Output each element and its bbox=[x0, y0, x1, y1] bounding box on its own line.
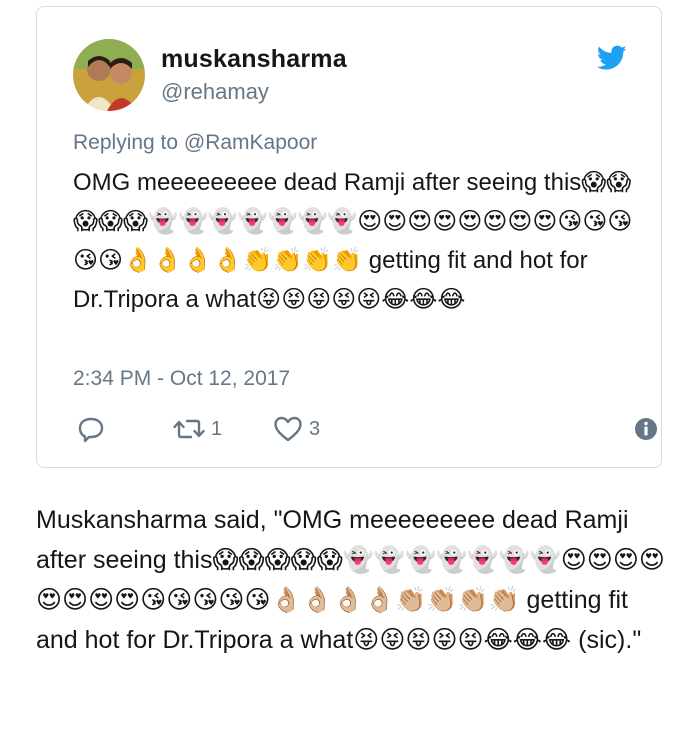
twitter-bird-icon[interactable] bbox=[596, 45, 627, 71]
article-caption: Muskansharma said, "OMG meeeeeeeee dead … bbox=[36, 506, 665, 654]
tweet-text: OMG meeeeeeeee dead Ramji after seeing t… bbox=[73, 169, 633, 313]
retweet-icon bbox=[173, 415, 205, 443]
heart-icon bbox=[273, 415, 303, 443]
embedded-tweet-card: muskansharma @rehamay Replying to @RamKa… bbox=[36, 6, 662, 468]
like-button[interactable]: 3 bbox=[273, 413, 320, 445]
display-name[interactable]: muskansharma bbox=[161, 45, 347, 74]
user-handle[interactable]: @rehamay bbox=[161, 79, 269, 105]
info-icon bbox=[633, 416, 659, 442]
tweet-actions: 1 3 bbox=[73, 413, 657, 445]
tweet-timestamp[interactable]: 2:34 PM - Oct 12, 2017 bbox=[73, 367, 290, 391]
replying-to[interactable]: Replying to @RamKapoor bbox=[73, 131, 317, 155]
avatar[interactable] bbox=[73, 39, 145, 111]
retweet-count: 1 bbox=[211, 417, 223, 440]
retweet-button[interactable]: 1 bbox=[173, 413, 222, 445]
like-count: 3 bbox=[309, 417, 321, 440]
reply-icon bbox=[77, 415, 105, 443]
info-button[interactable] bbox=[633, 413, 659, 445]
reply-button[interactable] bbox=[77, 413, 105, 445]
